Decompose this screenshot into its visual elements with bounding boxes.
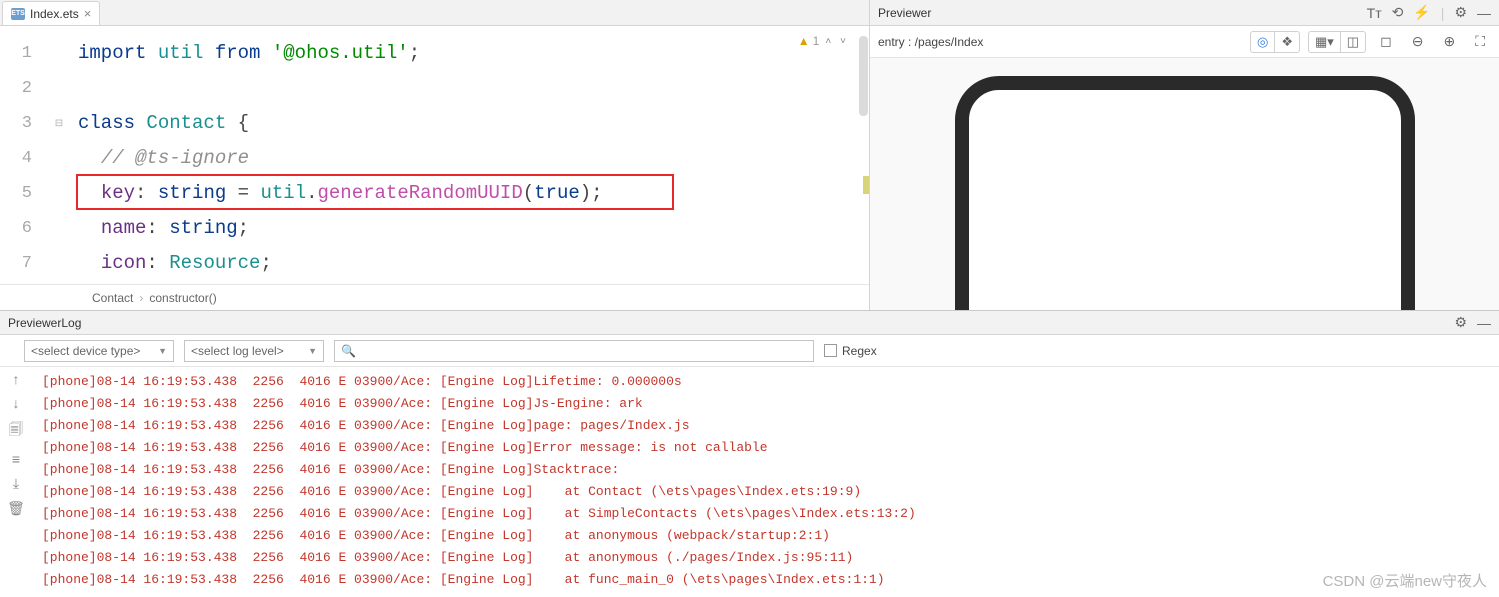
chevron-down-icon: ▼ (308, 346, 317, 356)
inspection-badge[interactable]: ▲ 1 ˄ ˅ (798, 34, 849, 48)
text-size-icon[interactable]: Tᴛ (1367, 5, 1382, 21)
line-gutter: 1 2 3 4 5 6 7 (0, 26, 50, 284)
log-line: [phone]08-14 16:19:53.438 2256 4016 E 03… (42, 503, 1489, 525)
editor-pane: ETS Index.ets × 1 2 3 4 5 6 7 ⊟ import u… (0, 0, 870, 310)
log-level-select[interactable]: <select log level>▼ (184, 340, 324, 362)
panel-title: PreviewerLog (8, 316, 1454, 330)
log-line: [phone]08-14 16:19:53.438 2256 4016 E 03… (42, 371, 1489, 393)
gear-icon[interactable]: ⚙ (1454, 314, 1467, 331)
inspect-icon[interactable]: ◎ (1251, 32, 1275, 52)
fullscreen-icon[interactable]: ⛶ (1469, 31, 1491, 52)
crop-icon[interactable]: ◻ (1374, 31, 1398, 52)
panel-title: Previewer (878, 6, 1367, 20)
scroll-down-icon[interactable]: ↓ (13, 395, 20, 411)
minimize-icon[interactable]: — (1477, 315, 1491, 331)
chevron-right-icon: › (139, 291, 143, 305)
zoom-in-icon[interactable]: ⊕ (1437, 31, 1461, 52)
chevron-down-icon: ▼ (158, 346, 167, 356)
watermark: CSDN @云端new守夜人 (1323, 570, 1487, 591)
phone-frame (955, 76, 1415, 310)
device-canvas (870, 58, 1499, 310)
plug-icon[interactable]: ⚡ (1413, 4, 1430, 21)
log-line: [phone]08-14 16:19:53.438 2256 4016 E 03… (42, 481, 1489, 503)
scroll-end-icon[interactable]: ⤓ (13, 475, 19, 492)
log-line: [phone]08-14 16:19:53.438 2256 4016 E 03… (42, 569, 1489, 591)
refresh-icon[interactable]: ⟲ (1392, 4, 1404, 21)
log-line: [phone]08-14 16:19:53.438 2256 4016 E 03… (42, 415, 1489, 437)
previewer-pane: Previewer Tᴛ ⟲ ⚡ | ⚙ — entry : /pages/In… (870, 0, 1499, 310)
file-tab[interactable]: ETS Index.ets × (2, 1, 100, 25)
warning-icon: ▲ (798, 34, 810, 48)
scroll-up-icon[interactable]: ↑ (13, 371, 20, 387)
ets-file-icon: ETS (11, 8, 25, 20)
highlight-box (76, 174, 674, 210)
next-issue-icon[interactable]: ˅ (837, 36, 849, 47)
search-icon: 🔍 (341, 344, 356, 358)
change-marker (863, 176, 869, 194)
code-body[interactable]: import util from '@ohos.util'; class Con… (68, 26, 869, 284)
export-icon[interactable]: 🗐 (9, 419, 23, 443)
log-panel: PreviewerLog ⚙ — <select device type>▼ <… (0, 310, 1499, 595)
grid-icon[interactable]: ▦▾ (1309, 32, 1341, 52)
fold-icon[interactable]: ⊟ (50, 106, 68, 141)
gear-icon[interactable]: ⚙ (1454, 4, 1467, 21)
tab-bar: ETS Index.ets × (0, 0, 869, 26)
trash-icon[interactable]: 🗑 (7, 500, 25, 517)
log-line: [phone]08-14 16:19:53.438 2256 4016 E 03… (42, 459, 1489, 481)
log-line: [phone]08-14 16:19:53.438 2256 4016 E 03… (42, 437, 1489, 459)
entry-path: entry : /pages/Index (878, 35, 1242, 49)
log-search-input[interactable]: 🔍 (334, 340, 814, 362)
scrollbar-thumb[interactable] (859, 36, 868, 116)
divider: | (1441, 5, 1445, 21)
log-line: [phone]08-14 16:19:53.438 2256 4016 E 03… (42, 547, 1489, 569)
breadcrumb[interactable]: Contact › constructor() (0, 284, 869, 310)
prev-issue-icon[interactable]: ˄ (822, 36, 834, 47)
log-line: [phone]08-14 16:19:53.438 2256 4016 E 03… (42, 525, 1489, 547)
wrap-icon[interactable]: ≡ (12, 451, 20, 467)
zoom-out-icon[interactable]: ⊖ (1406, 31, 1430, 52)
checkbox-icon (824, 344, 837, 357)
layers-icon[interactable]: ❖ (1275, 32, 1299, 52)
minimize-icon[interactable]: — (1477, 5, 1491, 21)
log-line: [phone]08-14 16:19:53.438 2256 4016 E 03… (42, 393, 1489, 415)
log-output[interactable]: [phone]08-14 16:19:53.438 2256 4016 E 03… (32, 367, 1499, 595)
log-toolbar: ↑ ↓ 🗐 ≡ ⤓ 🗑 (0, 367, 32, 595)
close-icon[interactable]: × (84, 6, 92, 21)
tab-label: Index.ets (30, 7, 79, 21)
fold-strip: ⊟ (50, 26, 68, 284)
device-type-select[interactable]: <select device type>▼ (24, 340, 174, 362)
columns-icon[interactable]: ◫ (1341, 32, 1365, 52)
code-area[interactable]: 1 2 3 4 5 6 7 ⊟ import util from '@ohos.… (0, 26, 869, 284)
regex-checkbox[interactable]: Regex (824, 344, 877, 358)
